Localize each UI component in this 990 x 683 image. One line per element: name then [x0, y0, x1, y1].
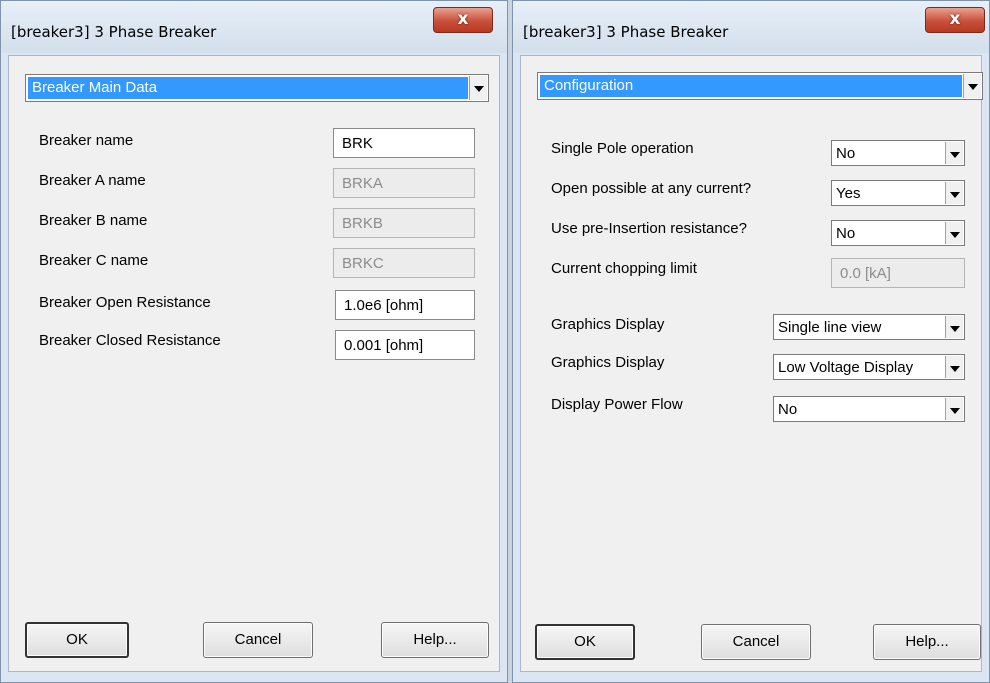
- power-flow-select[interactable]: No: [773, 396, 965, 422]
- section-dropdown-value: Breaker Main Data: [28, 77, 468, 99]
- voltage-display-select[interactable]: Low Voltage Display: [773, 354, 965, 380]
- graphics-display-value: Single line view: [778, 319, 882, 336]
- pre-insertion-label: Use pre-Insertion resistance?: [551, 220, 747, 237]
- chevron-down-icon[interactable]: [945, 398, 963, 420]
- chevron-down-icon[interactable]: [945, 142, 963, 164]
- breaker-b-name-label: Breaker B name: [39, 212, 148, 229]
- single-pole-select[interactable]: No: [831, 140, 965, 166]
- close-icon: x: [949, 9, 961, 29]
- closed-resistance-input[interactable]: 0.001 [ohm]: [335, 330, 475, 360]
- breaker-main-data-dialog: [breaker3] 3 Phase Breaker x Breaker Mai…: [0, 0, 508, 683]
- breaker-c-name-input: BRKC: [333, 248, 475, 278]
- title-bar[interactable]: [breaker3] 3 Phase Breaker x: [1, 1, 507, 53]
- close-icon: x: [457, 9, 469, 29]
- chevron-down-icon[interactable]: [945, 182, 963, 204]
- cancel-button[interactable]: Cancel: [701, 624, 811, 660]
- single-pole-value: No: [836, 145, 856, 162]
- power-flow-value: No: [778, 401, 798, 418]
- open-any-current-label: Open possible at any current?: [551, 180, 752, 197]
- dialog-title: [breaker3] 3 Phase Breaker: [11, 23, 217, 41]
- open-resistance-input[interactable]: 1.0e6 [ohm]: [335, 290, 475, 320]
- breaker-name-input[interactable]: BRK: [333, 128, 475, 158]
- open-any-current-value: Yes: [836, 185, 861, 202]
- pre-insertion-select[interactable]: No: [831, 220, 965, 246]
- single-pole-label: Single Pole operation: [551, 140, 694, 157]
- dialog-body: Configuration Single Pole operation No O…: [520, 55, 983, 672]
- close-button[interactable]: x: [433, 7, 493, 33]
- chevron-down-icon[interactable]: [945, 222, 963, 244]
- open-any-current-select[interactable]: Yes: [831, 180, 965, 206]
- open-resistance-label: Breaker Open Resistance: [39, 294, 211, 311]
- chevron-down-icon[interactable]: [963, 74, 981, 98]
- configuration-dialog: [breaker3] 3 Phase Breaker x Configurati…: [512, 0, 990, 683]
- chopping-limit-input: 0.0 [kA]: [831, 258, 965, 288]
- graphics-display-voltage-label: Graphics Display: [551, 354, 665, 371]
- chopping-limit-label: Current chopping limit: [551, 260, 697, 277]
- closed-resistance-label: Breaker Closed Resistance: [39, 332, 221, 349]
- cancel-button[interactable]: Cancel: [203, 622, 313, 658]
- help-button[interactable]: Help...: [381, 622, 489, 658]
- pre-insertion-value: No: [836, 225, 856, 242]
- section-dropdown[interactable]: Configuration: [537, 72, 983, 100]
- chevron-down-icon[interactable]: [469, 76, 487, 100]
- graphics-display-label: Graphics Display: [551, 316, 665, 333]
- breaker-name-label: Breaker name: [39, 132, 134, 149]
- power-flow-label: Display Power Flow: [551, 396, 683, 413]
- dialog-body: Breaker Main Data Breaker name BRK Break…: [8, 55, 500, 672]
- ok-button[interactable]: OK: [535, 624, 635, 660]
- ok-button[interactable]: OK: [25, 622, 129, 658]
- breaker-a-name-input: BRKA: [333, 168, 475, 198]
- breaker-c-name-label: Breaker C name: [39, 252, 149, 269]
- chevron-down-icon[interactable]: [945, 316, 963, 338]
- voltage-display-value: Low Voltage Display: [778, 359, 914, 376]
- breaker-b-name-input: BRKB: [333, 208, 475, 238]
- section-dropdown-value: Configuration: [540, 75, 962, 97]
- dialog-title: [breaker3] 3 Phase Breaker: [523, 23, 729, 41]
- section-dropdown[interactable]: Breaker Main Data: [25, 74, 489, 102]
- title-bar[interactable]: [breaker3] 3 Phase Breaker x: [513, 1, 989, 53]
- breaker-a-name-label: Breaker A name: [39, 172, 146, 189]
- chevron-down-icon[interactable]: [945, 356, 963, 378]
- close-button[interactable]: x: [925, 7, 985, 33]
- help-button[interactable]: Help...: [873, 624, 981, 660]
- graphics-display-select[interactable]: Single line view: [773, 314, 965, 340]
